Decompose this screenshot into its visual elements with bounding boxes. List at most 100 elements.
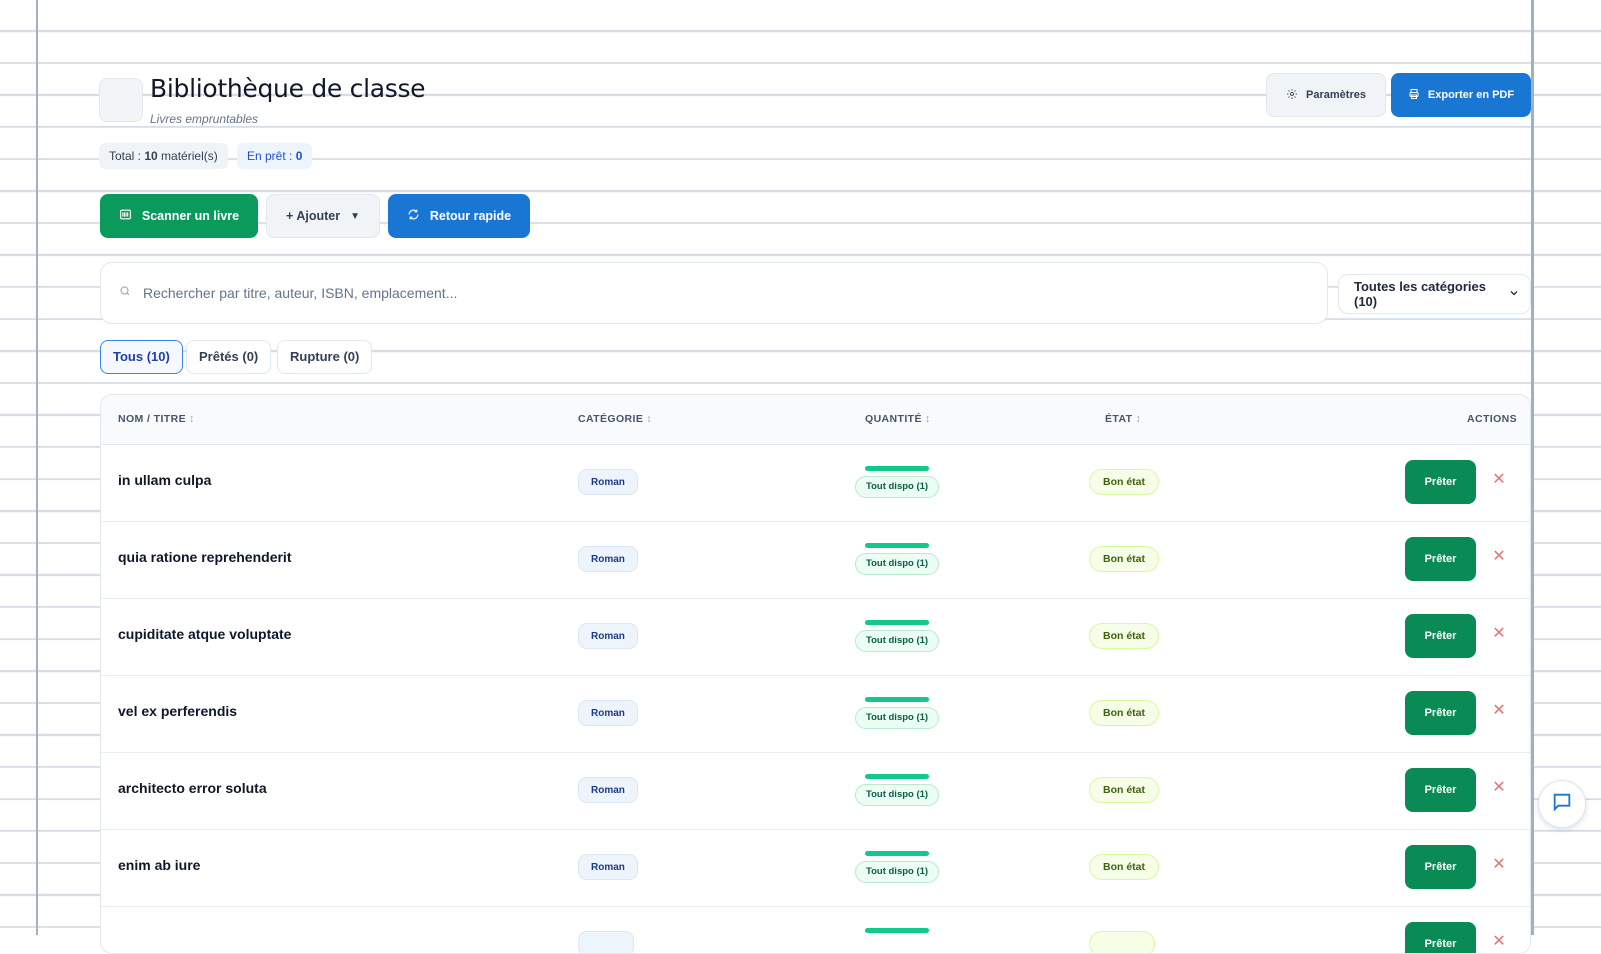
sort-icon: ↕: [924, 413, 931, 425]
table-row: Prêter ✕: [101, 906, 1530, 953]
book-title: in ullam culpa: [118, 472, 212, 488]
quantity-badge: Tout dispo (1): [855, 861, 940, 883]
total-stat-prefix: Total :: [109, 149, 145, 163]
lend-label: Prêter: [1424, 630, 1457, 642]
lend-button[interactable]: Prêter: [1405, 537, 1476, 581]
book-title: enim ab iure: [118, 857, 201, 873]
loan-stat-value: 0: [295, 149, 303, 163]
lend-button[interactable]: Prêter: [1405, 768, 1476, 812]
category-badge: Roman: [578, 777, 638, 803]
close-icon[interactable]: ✕: [1491, 780, 1507, 796]
table-row: vel ex perferendis Roman Tout dispo (1) Bon…: [101, 675, 1530, 753]
availability-bar: [865, 774, 929, 779]
close-icon[interactable]: ✕: [1491, 857, 1507, 873]
availability-bar: [865, 928, 929, 933]
scan-label: Scanner un livre: [141, 209, 240, 223]
book-title: vel ex perferendis: [118, 703, 238, 719]
export-label: Exporter en PDF: [1427, 89, 1515, 101]
lend-button[interactable]: Prêter: [1405, 845, 1476, 889]
table-header: NOM / TITRE ↕ CATÉGORIE ↕ QUANTITÉ ↕ ÉTAT ↕ …: [101, 395, 1530, 445]
lend-label: Prêter: [1424, 553, 1457, 565]
close-icon[interactable]: ✕: [1491, 472, 1507, 488]
column-header-quantity[interactable]: QUANTITÉ ↕: [865, 413, 931, 425]
lend-label: Prêter: [1424, 476, 1457, 488]
sort-icon: ↕: [646, 413, 652, 425]
scan-book-button[interactable]: Scanner un livre: [100, 194, 258, 238]
add-label: + Ajouter: [286, 209, 341, 223]
category-filter-value: Toutes les catégories (10): [1354, 279, 1486, 309]
return-label: Retour rapide: [429, 209, 512, 223]
search-input[interactable]: [141, 284, 1295, 302]
refresh-icon: [407, 208, 420, 224]
quantity-badge: Tout dispo (1): [855, 707, 940, 729]
export-pdf-button[interactable]: Exporter en PDF: [1391, 73, 1531, 117]
availability-bar: [865, 466, 929, 471]
column-header-name[interactable]: NOM / TITRE ↕: [118, 413, 195, 425]
lend-button[interactable]: Prêter: [1405, 691, 1476, 735]
page-title: Bibliothèque de classe: [150, 74, 426, 103]
lend-label: Prêter: [1424, 861, 1457, 873]
lend-button[interactable]: Prêter: [1405, 922, 1476, 953]
total-stat-badge: Total : 10 matériel(s): [99, 143, 228, 169]
settings-button[interactable]: Paramètres: [1266, 73, 1386, 117]
availability-bar: [865, 697, 929, 702]
materials-table: NOM / TITRE ↕ CATÉGORIE ↕ QUANTITÉ ↕ ÉTAT ↕ …: [100, 394, 1531, 954]
quantity-badge: Tout dispo (1): [855, 630, 940, 652]
quantity-badge: Tout dispo (1): [855, 476, 940, 498]
quantity-badge: Tout dispo (1): [855, 784, 940, 806]
lend-button[interactable]: Prêter: [1405, 460, 1476, 504]
state-badge: Bon état: [1089, 854, 1159, 880]
sort-icon: ↕: [1135, 413, 1142, 425]
notebook-margin-line: [36, 0, 38, 935]
search-icon: [119, 284, 131, 302]
chat-icon: [1551, 791, 1573, 818]
settings-label: Paramètres: [1306, 89, 1366, 101]
lend-label: Prêter: [1424, 707, 1457, 719]
table-row: cupiditate atque voluptate Roman Tout disp…: [101, 598, 1530, 676]
close-icon[interactable]: ✕: [1491, 549, 1507, 565]
column-header-actions: ACTIONS: [1467, 413, 1518, 425]
tab-all[interactable]: Tous (10): [100, 340, 183, 374]
category-badge: [578, 931, 634, 953]
total-stat-value: 10: [144, 149, 158, 163]
tab-out-of-stock[interactable]: Rupture (0): [277, 340, 373, 374]
search-box: [100, 262, 1328, 324]
state-badge: Bon état: [1089, 700, 1159, 726]
printer-icon: [1408, 88, 1420, 103]
availability-bar: [865, 620, 929, 625]
book-title: cupiditate atque voluptate: [118, 626, 292, 642]
category-badge: Roman: [578, 854, 638, 880]
chevron-down-icon: [1508, 287, 1520, 302]
table-row: enim ab iure Roman Tout dispo (1) Bon état P…: [101, 829, 1530, 907]
lend-button[interactable]: Prêter: [1405, 614, 1476, 658]
close-icon[interactable]: ✕: [1491, 703, 1507, 719]
caret-down-icon: ▼: [350, 210, 360, 222]
category-filter-select[interactable]: Toutes les catégories (10): [1338, 274, 1531, 314]
state-badge: Bon état: [1089, 546, 1159, 572]
category-badge: Roman: [578, 700, 638, 726]
category-badge: Roman: [578, 546, 638, 572]
page-right-border: [1531, 0, 1534, 935]
add-dropdown-button[interactable]: + Ajouter ▼: [266, 194, 380, 238]
total-stat-suffix: matériel(s): [157, 149, 218, 163]
availability-bar: [865, 851, 929, 856]
close-icon[interactable]: ✕: [1491, 934, 1507, 950]
book-title: architecto error soluta: [118, 780, 267, 796]
table-row: in ullam culpa Roman Tout dispo (1) Bon éta…: [101, 444, 1530, 522]
barcode-icon: [119, 208, 132, 224]
column-header-state[interactable]: ÉTAT ↕: [1105, 413, 1141, 425]
table-row: architecto error soluta Roman Tout dispo (…: [101, 752, 1530, 830]
quantity-badge: Tout dispo (1): [855, 553, 940, 575]
loan-stat-badge: En prêt : 0: [237, 143, 313, 169]
chat-button[interactable]: [1538, 780, 1586, 828]
tab-loaned[interactable]: Prêtés (0): [186, 340, 272, 374]
column-header-category[interactable]: CATÉGORIE ↕: [578, 413, 652, 425]
quick-return-button[interactable]: Retour rapide: [388, 194, 530, 238]
table-row: quia ratione reprehenderit Roman Tout disp…: [101, 521, 1530, 599]
lend-label: Prêter: [1424, 784, 1457, 796]
close-icon[interactable]: ✕: [1491, 626, 1507, 642]
app-logo: [99, 78, 143, 122]
state-badge: [1089, 931, 1155, 953]
category-badge: Roman: [578, 623, 638, 649]
loan-stat-prefix: En prêt :: [247, 149, 296, 163]
